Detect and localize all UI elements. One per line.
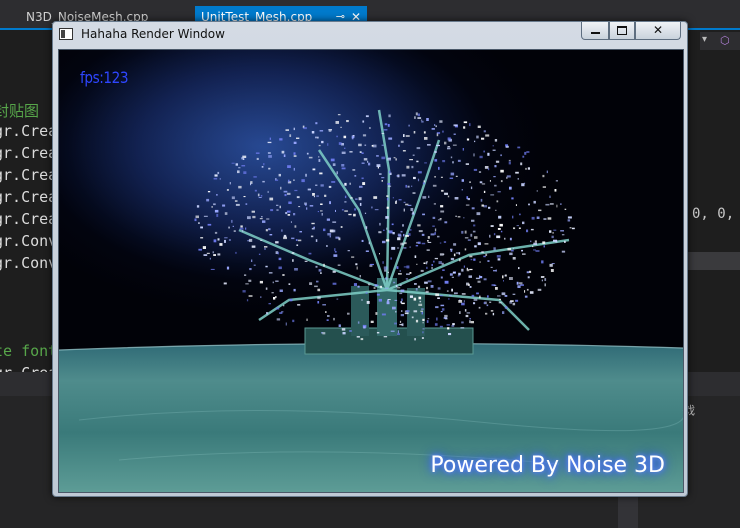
code-editor[interactable]: 封贴图 gr.Creat gr.Creat gr.Creat gr.Creat … bbox=[0, 48, 60, 388]
minimize-icon bbox=[590, 31, 600, 34]
window-titlebar[interactable]: Hahaha Render Window ✕ bbox=[53, 22, 687, 48]
close-icon: ✕ bbox=[652, 23, 664, 37]
maximize-icon bbox=[617, 26, 627, 35]
render-window[interactable]: Hahaha Render Window ✕ fps:123 Powered B… bbox=[52, 21, 688, 497]
code-line: gr.Creat bbox=[0, 122, 60, 140]
engine-watermark: Powered By Noise 3D bbox=[430, 453, 665, 478]
code-line: gr.Conv bbox=[0, 254, 58, 272]
code-line: 封贴图 bbox=[0, 102, 40, 120]
code-line: gr.Creat bbox=[0, 144, 60, 162]
code-line: gr.Creat bbox=[0, 188, 60, 206]
render-viewport[interactable]: fps:123 Powered By Noise 3D bbox=[58, 49, 684, 493]
code-line: gr.Conv bbox=[0, 232, 58, 250]
fps-counter: fps:123 bbox=[80, 68, 129, 87]
close-button[interactable]: ✕ bbox=[635, 22, 681, 40]
chevron-down-icon[interactable]: ▾ bbox=[702, 34, 707, 45]
code-args: 0, 0, bbox=[692, 206, 740, 222]
maximize-button[interactable] bbox=[609, 22, 635, 40]
window-title: Hahaha Render Window bbox=[81, 27, 225, 41]
code-fragment: 0, 0, FA bbox=[692, 206, 740, 222]
code-line: te font bbox=[0, 342, 58, 360]
member-icon: ⬡ bbox=[720, 34, 730, 47]
ide-highlight-strip bbox=[688, 252, 740, 270]
app-window-icon[interactable] bbox=[59, 28, 73, 40]
minimize-button[interactable] bbox=[581, 22, 609, 40]
code-line: gr.Creat bbox=[0, 166, 60, 184]
scene-canvas bbox=[59, 50, 683, 492]
code-line: gr.Creat bbox=[0, 210, 60, 228]
